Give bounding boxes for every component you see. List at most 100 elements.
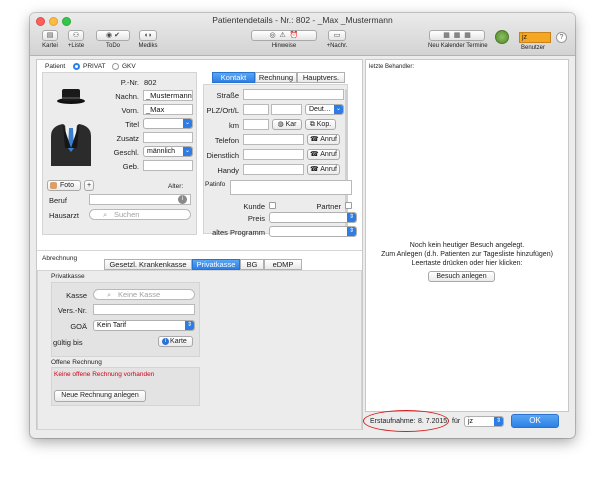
goa-select[interactable]: Kein Tarif ⇕ xyxy=(93,320,195,331)
toolbar-nachr[interactable]: ▭ +Nachr. xyxy=(325,30,349,49)
add-person-icon: ⚇ xyxy=(68,30,84,41)
title-bar: Patientendetails - Nr.: 802 - _Max _Must… xyxy=(30,13,575,56)
besuch-anlegen-button[interactable]: Besuch anlegen xyxy=(428,271,495,282)
dienstlich-field[interactable] xyxy=(243,149,304,160)
tab-rechnung[interactable]: Rechnung xyxy=(255,72,297,83)
left-pane: Patient PRIVAT GKV P.-Nr. 802 Nachn. _Mu… xyxy=(36,59,363,430)
suchen-placeholder: Suchen xyxy=(114,210,140,219)
calendar-icons: ▦ ▦ ▦ xyxy=(429,30,485,41)
toolbar-liste[interactable]: ⚇ +Liste xyxy=(64,30,88,49)
info-icon[interactable]: i xyxy=(178,195,187,204)
avatar xyxy=(51,89,91,166)
foto-button[interactable]: Foto xyxy=(47,180,81,191)
ort-field[interactable] xyxy=(271,104,302,115)
km-field[interactable] xyxy=(243,119,269,130)
strasse-label: Straße xyxy=(216,91,239,100)
tab-bg[interactable]: BG xyxy=(240,259,264,270)
tab-hauptvers[interactable]: Hauptvers. xyxy=(297,72,345,83)
patinfo-field[interactable] xyxy=(230,180,352,195)
neu-label: Neu xyxy=(428,43,440,49)
erstaufnahme-label: Erstaufnahme: xyxy=(370,418,416,425)
dienstlich-label: Dienstlich xyxy=(206,151,239,160)
tab-kontakt[interactable]: Kontakt xyxy=(212,72,255,83)
message-icon: ▭ xyxy=(328,30,346,41)
partner-checkbox[interactable] xyxy=(345,202,352,209)
clipboard-icon: ▤ xyxy=(42,30,58,41)
nachname-field[interactable]: _Mustermann xyxy=(143,90,193,101)
kalender-label: Kalender xyxy=(440,43,465,49)
hausarzt-search[interactable]: ⌕ Suchen xyxy=(89,209,191,220)
handy-label: Handy xyxy=(217,166,239,175)
goa-label: GOÄ xyxy=(70,322,87,331)
toolbar-todo[interactable]: ◉ ✔ ToDo xyxy=(93,30,133,49)
fuer-label: für xyxy=(452,418,461,425)
fuer-select[interactable]: jz ⇕ xyxy=(464,416,504,427)
toolbar-mediks[interactable]: ◖◗ Mediks xyxy=(136,30,160,49)
privat-label: PRIVAT xyxy=(83,63,106,70)
window-title: Patientendetails - Nr.: 802 - _Max _Must… xyxy=(212,15,393,25)
zusatz-field[interactable] xyxy=(143,132,193,143)
land-select[interactable]: Deut… ⌄ xyxy=(305,104,344,115)
strasse-field[interactable] xyxy=(243,89,344,100)
tab-gesetzl-kk[interactable]: Gesetzl. Krankenkasse xyxy=(104,259,192,270)
patient-details-window: Patientendetails - Nr.: 802 - _Max _Must… xyxy=(30,13,575,438)
geschl-select[interactable]: männlich ⌄ xyxy=(143,146,193,157)
abrechnung-label: Abrechnung xyxy=(42,255,78,262)
preis-select[interactable]: ⇕ xyxy=(269,212,357,223)
mediks-label: Mediks xyxy=(138,43,158,49)
beruf-field[interactable] xyxy=(89,194,191,205)
kasse-placeholder: Keine Kasse xyxy=(118,290,161,299)
toolbar-calendar[interactable]: ▦ ▦ ▦ Neu Kalender Termine xyxy=(428,30,488,49)
chevron-updown-icon: ⇕ xyxy=(347,227,356,236)
help-button[interactable]: ? xyxy=(556,32,567,43)
benutzer-label: Benutzer xyxy=(521,45,546,51)
toolbar-hinweise[interactable]: ◎ ⚠ ⏰ Hinweise xyxy=(250,30,318,49)
geschl-label: Geschl. xyxy=(113,148,139,157)
titel-label: Titel xyxy=(125,120,139,129)
kunde-label: Kunde xyxy=(243,202,265,211)
versnr-field[interactable] xyxy=(93,304,195,315)
user-field[interactable]: jz xyxy=(519,32,551,43)
visit-message-1: Noch kein heutiger Besuch angelegt. xyxy=(409,242,525,249)
vorname-field[interactable]: _Max xyxy=(143,104,193,115)
hinweise-label: Hinweise xyxy=(271,43,297,49)
kopieren-button[interactable]: ⧉ Kop. xyxy=(305,119,336,130)
settings-gear-icon[interactable] xyxy=(495,30,509,44)
liste-label: +Liste xyxy=(67,43,85,49)
chevron-updown-icon: ⇕ xyxy=(494,417,503,426)
gueltig-label: gültig bis xyxy=(53,338,83,347)
erstaufnahme-date[interactable]: 8. 7.2015 xyxy=(418,418,447,425)
copy-icon: ⧉ xyxy=(309,121,317,128)
chevron-updown-icon: ⇕ xyxy=(185,321,194,330)
search-icon: ⌕ xyxy=(103,210,108,219)
geb-label: Geb. xyxy=(122,162,139,171)
privat-radio[interactable] xyxy=(73,63,80,70)
neue-rechnung-button[interactable]: Neue Rechnung anlegen xyxy=(54,390,146,402)
anruf-button-dienstlich[interactable]: ☎ Anruf xyxy=(307,149,340,160)
toolbar-kartei[interactable]: ▤ Kartei xyxy=(39,30,61,49)
visit-message-2: Zum Anlegen (d.h. Patienten zur Tageslis… xyxy=(381,251,553,258)
geb-field[interactable] xyxy=(143,160,193,171)
kasse-search[interactable]: ⌕ Keine Kasse xyxy=(93,289,195,300)
add-photo-button[interactable]: + xyxy=(84,180,94,191)
handy-field[interactable] xyxy=(243,164,304,175)
ok-button[interactable]: OK xyxy=(511,414,559,428)
patinfo-label: Patinfo xyxy=(205,181,226,188)
tab-edmp[interactable]: eDMP xyxy=(264,259,302,270)
tab-privatkasse[interactable]: Privatkasse xyxy=(192,259,240,270)
geschl-value: männlich xyxy=(147,148,176,155)
karte-lesen-button[interactable]: i Karte xyxy=(158,336,193,347)
karte-button[interactable]: ◍ Kar xyxy=(272,119,302,130)
km-label: km xyxy=(229,121,239,130)
gkv-label: GKV xyxy=(122,63,136,70)
altes-programm-label: altes Programm xyxy=(212,228,265,237)
kunde-checkbox[interactable] xyxy=(269,202,276,209)
anruf-button-handy[interactable]: ☎ Anruf xyxy=(307,164,340,175)
titel-select[interactable]: ⌄ xyxy=(143,118,193,129)
anruf-button-telefon[interactable]: ☎ Anruf xyxy=(307,134,340,145)
plz-field[interactable] xyxy=(243,104,269,115)
altes-programm-select[interactable]: ⇕ xyxy=(269,226,357,237)
gkv-radio[interactable] xyxy=(112,63,119,70)
telefon-field[interactable] xyxy=(243,134,304,145)
chevron-down-icon: ⌄ xyxy=(334,105,343,114)
